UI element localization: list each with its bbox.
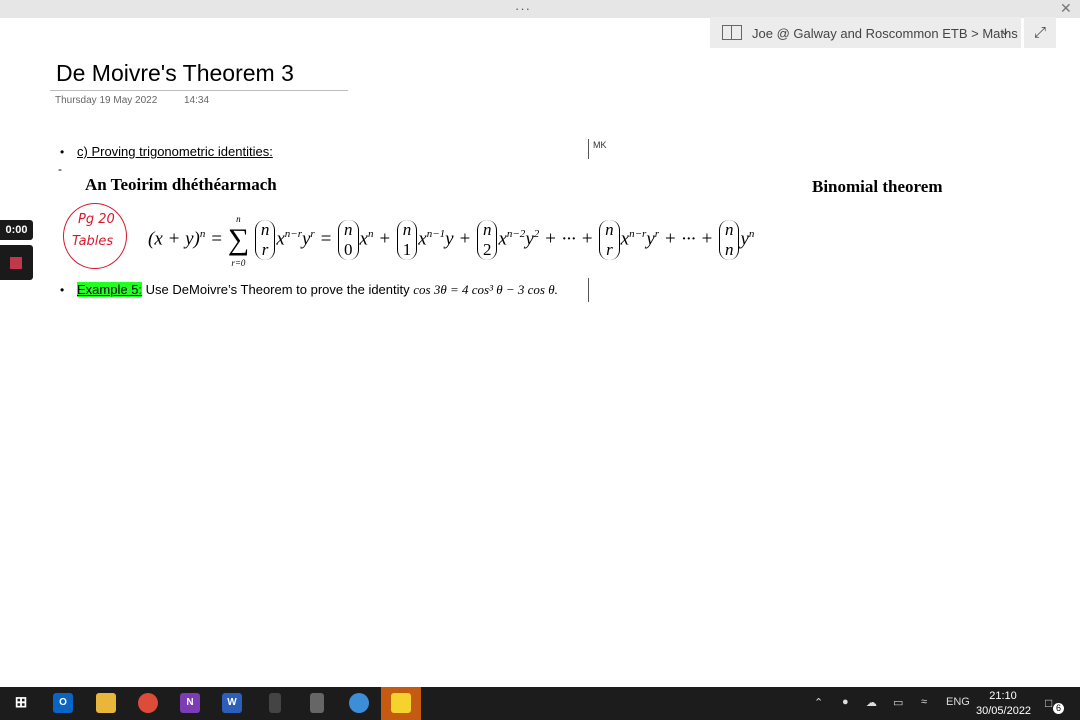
more-options-icon[interactable]: ···: [515, 1, 531, 16]
notebook-path: Joe @ Galway and Roscommon ETB > Maths: [752, 26, 1018, 41]
recording-timer: 0:00: [0, 220, 33, 240]
stop-icon: [10, 257, 22, 269]
notebook-icon: [722, 25, 742, 40]
microphone-icon[interactable]: ●: [842, 696, 849, 708]
page-title[interactable]: De Moivre's Theorem 3: [56, 60, 294, 87]
language-indicator[interactable]: ENG: [946, 696, 970, 708]
notification-count: 6: [1053, 703, 1064, 714]
text-cursor: [588, 139, 589, 159]
bullet-point: •: [60, 145, 65, 159]
window-title-bar: ··· ✕: [0, 0, 1080, 18]
example-5-line[interactable]: Example 5: Use DeMoivre’s Theorem to pro…: [77, 282, 558, 298]
stop-recording-button[interactable]: [0, 245, 33, 280]
dash-marker: -: [58, 162, 62, 176]
cloud-icon[interactable]: ☁: [866, 696, 877, 709]
author-tag: MK: [593, 140, 607, 150]
outlook-icon[interactable]: O: [53, 693, 73, 713]
close-icon[interactable]: ✕: [1060, 0, 1072, 17]
notification-icon[interactable]: □: [1045, 696, 1052, 710]
example-label: Example 5:: [77, 282, 143, 297]
irish-heading: An Teoirim dhéthéarmach: [85, 175, 277, 194]
remote-desktop-icon[interactable]: [349, 693, 369, 713]
example-text: Use DeMoivre’s Theorem to prove the iden…: [142, 282, 414, 297]
clock-time: 21:10: [989, 690, 1017, 702]
battery-icon[interactable]: ▭: [893, 696, 903, 709]
chevron-up-icon[interactable]: ⌃: [814, 696, 823, 709]
system-clock[interactable]: 21:10 30/05/2022: [976, 689, 1032, 719]
calculator-icon[interactable]: [310, 693, 324, 713]
section-heading[interactable]: c) Proving trigonometric identities:: [77, 144, 273, 159]
text-cursor: [588, 278, 589, 302]
expand-icon[interactable]: ⤢: [1024, 17, 1056, 48]
bullet-point: •: [60, 283, 65, 297]
wifi-icon[interactable]: ≈: [921, 696, 927, 708]
notebook-breadcrumb[interactable]: Joe @ Galway and Roscommon ETB > Maths ⌄: [710, 17, 1021, 48]
windows-start-icon[interactable]: ⊞: [11, 693, 31, 713]
file-explorer-icon[interactable]: [96, 693, 116, 713]
chevron-down-icon[interactable]: ⌄: [1000, 24, 1010, 38]
handwritten-annotation[interactable]: Pg 20 Tables: [63, 203, 127, 269]
calculator-icon[interactable]: [269, 693, 281, 713]
chrome-icon[interactable]: [138, 693, 158, 713]
taskbar: ⊞ O N W ⌃ ● ☁ ▭ ≈ ENG □ 6: [0, 687, 1080, 720]
clock-date: 30/05/2022: [976, 705, 1032, 717]
sticky-notes-icon[interactable]: [391, 693, 411, 713]
summation-symbol: n ∑ r=0: [227, 214, 250, 268]
english-heading: Binomial theorem: [812, 177, 943, 196]
onenote-icon[interactable]: N: [180, 693, 200, 713]
word-icon[interactable]: W: [222, 693, 242, 713]
page-time: 14:34: [184, 95, 210, 106]
annotation-line-1: Pg 20: [78, 212, 115, 227]
example-identity: cos 3θ = 4 cos³ θ − 3 cos θ.: [413, 282, 558, 297]
title-divider: [50, 90, 348, 91]
annotation-line-2: Tables: [72, 234, 114, 249]
binomial-formula: (x + y)n = n ∑ r=0 n rxn−ryr = n 0xn + n 1xn−…: [148, 210, 908, 270]
page-date: Thursday 19 May 2022: [55, 95, 158, 106]
